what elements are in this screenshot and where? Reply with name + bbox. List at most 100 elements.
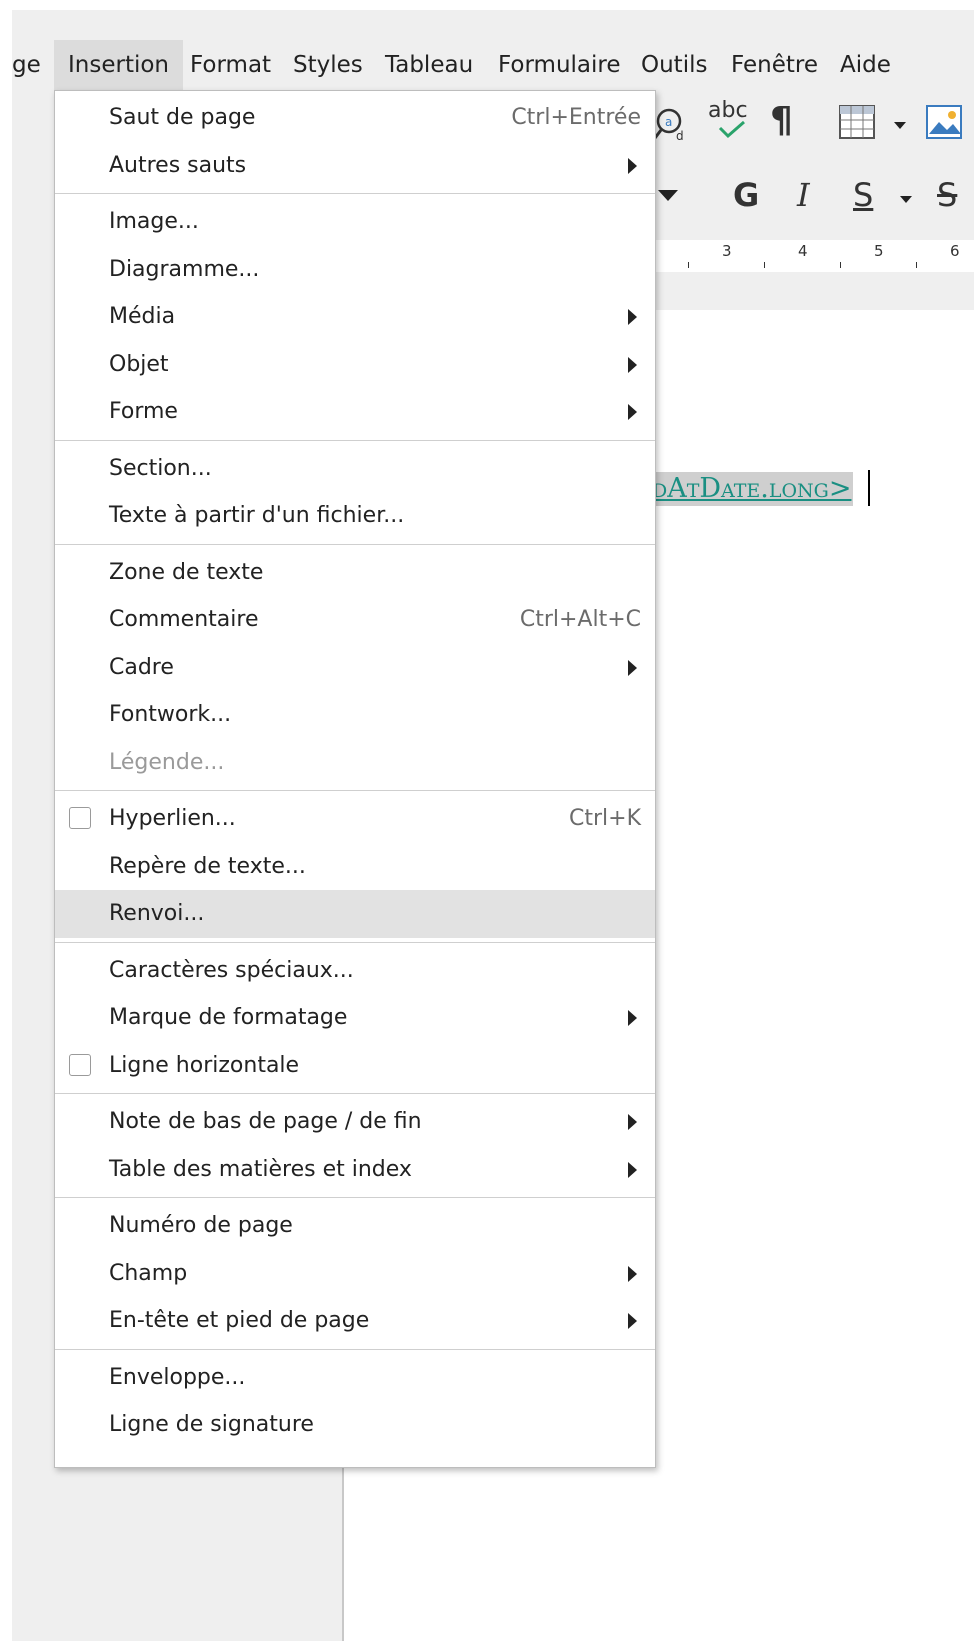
menu-item-label: Ligne horizontale [109,1052,300,1078]
menu-item-forme[interactable]: Forme [55,388,655,436]
find-replace-icon[interactable]: ad [652,104,692,148]
menu-item-label: Autres sauts [109,152,247,178]
menu-separator [55,1089,655,1098]
menu-item-texte-a-partir-d-un-fichier[interactable]: Texte à partir d'un fichier... [55,492,655,540]
submenu-arrow-icon [628,157,637,174]
submenu-arrow-icon [628,1010,637,1026]
menu-item-ligne-horizontale[interactable]: Ligne horizontale [55,1042,655,1090]
horizontal-ruler[interactable]: 3 4 5 6 [652,240,974,272]
menu-item-table-des-matieres-et-index[interactable]: Table des matières et index [55,1146,655,1194]
date-field[interactable]: dAtDate.long> [652,472,854,506]
style-dropdown-arrow-icon[interactable] [658,190,678,201]
text-cursor [868,470,870,506]
menu-item-note-de-bas-de-page-de-fin[interactable]: Note de bas de page / de fin [55,1098,655,1146]
submenu-arrow-icon [628,309,637,325]
spellcheck-label: abc [708,98,748,123]
menu-item-marque-de-formatage[interactable]: Marque de formatage [55,994,655,1042]
menu-item-objet[interactable]: Objet [55,341,655,389]
menu-separator [55,189,655,198]
insert-image-icon[interactable] [925,104,965,146]
menu-item-label: Texte à partir d'un fichier... [109,503,405,528]
menu-separator [55,1345,655,1354]
menu-item-caracteres-speciaux[interactable]: Caractères spéciaux... [55,947,655,995]
menu-item-label: Section... [109,455,212,481]
menu-item-label: Objet [109,351,169,377]
menu-insertion[interactable]: Insertion [54,40,184,90]
menu-separator [55,938,655,947]
menu-outils[interactable]: Outils [627,40,721,90]
menu-fenetre[interactable]: Fenêtre [717,40,832,90]
menu-item-section[interactable]: Section... [55,445,655,493]
menu-item-fontwork[interactable]: Fontwork... [55,691,655,739]
menu-item-renvoi[interactable]: Renvoi... [55,890,655,938]
menu-item-saut-de-page[interactable]: Saut de page Ctrl+Entrée [55,94,655,142]
menu-item-commentaire[interactable]: Commentaire Ctrl+Alt+C [55,596,655,644]
menu-item-label: En-tête et pied de page [109,1308,370,1333]
spellcheck-icon[interactable]: abc [708,98,752,139]
ruler-tick-3: 3 [722,242,732,260]
menu-separator [55,1193,655,1202]
submenu-arrow-icon [628,1161,637,1178]
ruler-tick-4: 4 [798,242,808,260]
menu-tableau[interactable]: Tableau [371,40,487,90]
menu-item-label: Commentaire [109,607,259,632]
menu-item-label: Saut de page [109,105,256,130]
menu-item-label: Caractères spéciaux... [109,957,354,983]
menu-item-numero-de-page[interactable]: Numéro de page [55,1202,655,1250]
menu-item-label: Numéro de page [109,1213,293,1238]
menu-aide[interactable]: Aide [826,40,905,90]
submenu-arrow-icon [628,659,637,676]
menu-item-media[interactable]: Média [55,293,655,341]
menu-item-label: Repère de texte... [109,853,306,879]
menu-item-label: Légende... [109,749,225,775]
submenu-arrow-icon [628,1265,637,1282]
strikethrough-button[interactable]: S [937,176,957,214]
svg-text:a: a [665,115,672,129]
menu-bar: ge Insertion Format Styles Tableau Formu… [12,40,974,90]
menu-item-label: Diagramme... [109,256,260,282]
menu-item-champ[interactable]: Champ [55,1250,655,1298]
menu-item-label: Ligne de signature [109,1412,314,1437]
menu-item-diagramme[interactable]: Diagramme... [55,246,655,294]
menu-item-label: Image... [109,209,199,234]
menu-item-autres-sauts[interactable]: Autres sauts [55,142,655,190]
bold-button[interactable]: G [733,176,759,214]
menu-item-label: Forme [109,399,178,424]
submenu-arrow-icon [628,356,637,373]
menu-item-label: Enveloppe... [109,1364,246,1390]
menu-item-label: Champ [109,1260,188,1286]
underline-dropdown-icon[interactable] [900,196,912,203]
menu-item-repere-de-texte[interactable]: Repère de texte... [55,843,655,891]
menu-formulaire[interactable]: Formulaire [484,40,635,90]
italic-button[interactable]: I [797,176,810,214]
menu-format[interactable]: Format [176,40,285,90]
underline-button[interactable]: S [853,176,873,214]
menu-item-ligne-de-signature[interactable]: Ligne de signature [55,1401,655,1449]
menu-item-label: Cadre [109,654,174,680]
menu-item-hyperlien[interactable]: Hyperlien... Ctrl+K [55,795,655,843]
menu-styles[interactable]: Styles [279,40,377,90]
menu-separator [55,540,655,549]
submenu-arrow-icon [628,1313,637,1329]
menu-item-label: Marque de formatage [109,1005,348,1030]
menu-item-label: Table des matières et index [109,1156,412,1182]
menu-item-zone-de-texte[interactable]: Zone de texte [55,549,655,597]
svg-text:d: d [676,129,684,143]
menu-item-shortcut: Ctrl+Entrée [511,105,641,130]
menu-separator [55,786,655,795]
menu-item-label: Fontwork... [109,702,232,727]
checkbox-icon [69,1053,91,1076]
menu-page-partial[interactable]: ge [0,40,55,90]
menu-item-cadre[interactable]: Cadre [55,644,655,692]
menu-item-enveloppe[interactable]: Enveloppe... [55,1354,655,1402]
menu-separator [55,436,655,445]
insert-table-icon[interactable] [838,104,878,146]
formatting-marks-icon[interactable]: ¶ [770,100,793,141]
menu-item-label: Note de bas de page / de fin [109,1109,422,1134]
menu-item-image[interactable]: Image... [55,198,655,246]
insertion-menu: Saut de page Ctrl+Entrée Autres sauts Image… [54,90,656,1468]
menu-item-en-tete-et-pied-de-page[interactable]: En-tête et pied de page [55,1297,655,1345]
table-dropdown-icon[interactable] [894,122,906,129]
menu-item-label: Hyperlien... [109,806,236,831]
menu-item-shortcut: Ctrl+K [568,806,641,831]
